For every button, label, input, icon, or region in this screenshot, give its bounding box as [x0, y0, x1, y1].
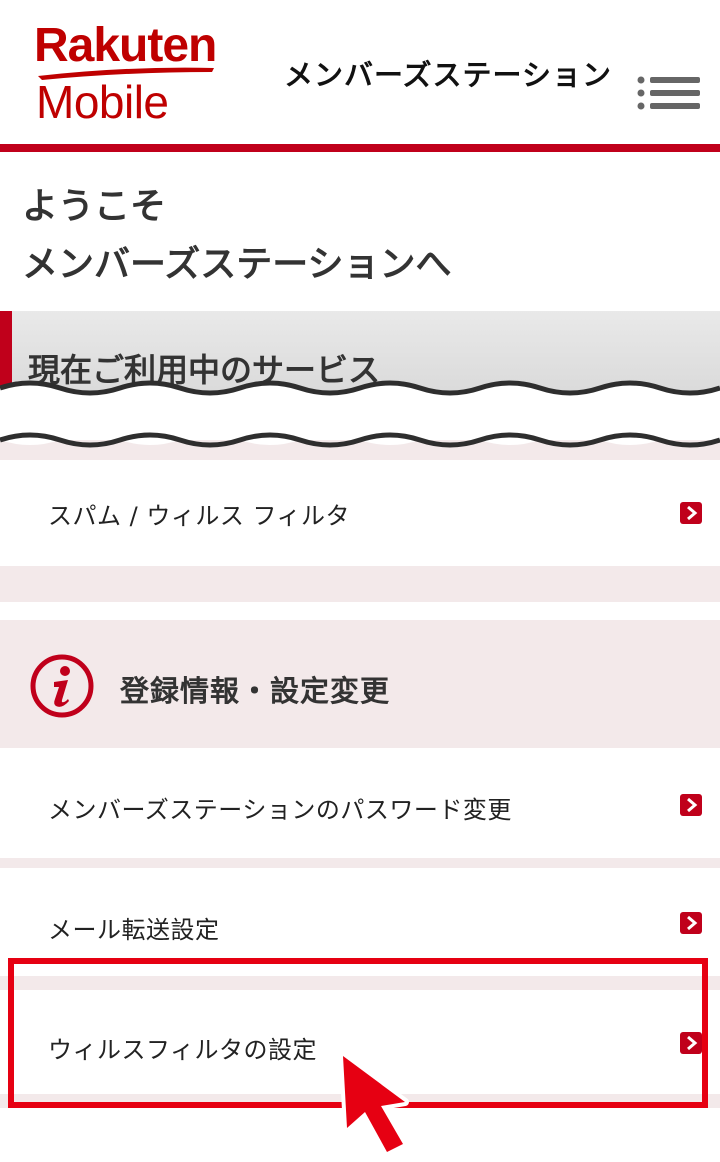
welcome-heading: ようこそ メンバーズステーションへ: [22, 178, 451, 294]
hamburger-menu-icon: [637, 76, 700, 110]
menu-item-label: メール転送設定: [48, 916, 220, 944]
menu-item-password-change[interactable]: メンバーズステーションのパスワード変更: [0, 750, 720, 858]
pointer-arrow-icon: [339, 1052, 409, 1156]
service-item-label: スパム / ウィルス フィルタ: [48, 502, 350, 530]
chevron-right-icon: [680, 502, 702, 524]
cut-wave: [0, 380, 720, 448]
registration-section-title: 登録情報・設定変更: [120, 674, 391, 708]
rakuten-mobile-logo[interactable]: Rakuten Mobile: [34, 18, 244, 130]
logo-line2: Mobile: [36, 76, 169, 128]
welcome-line2: メンバーズステーションへ: [22, 244, 452, 285]
page-title: メンバーズステーション: [284, 58, 612, 92]
hamburger-menu-button[interactable]: [636, 74, 702, 114]
menu-item-label: メンバーズステーションのパスワード変更: [48, 796, 512, 824]
chevron-right-icon: [680, 912, 702, 934]
service-item-spam-virus-filter[interactable]: スパム / ウィルス フィルタ: [0, 466, 720, 562]
info-icon: [30, 654, 94, 718]
welcome-line1: ようこそ: [22, 186, 167, 227]
section-divider: [0, 566, 720, 602]
chevron-right-icon: [680, 794, 702, 816]
row-divider: [0, 858, 720, 868]
site-header: Rakuten Mobile メンバーズステーション: [0, 0, 720, 152]
registration-section-header: 登録情報・設定変更: [0, 620, 720, 748]
